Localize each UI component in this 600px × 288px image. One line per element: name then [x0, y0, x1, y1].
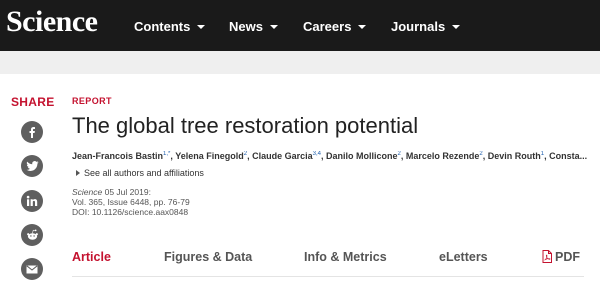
share-heading: SHARE [11, 95, 55, 109]
citation-volume: Vol. 365, Issue 6448, pp. 76-79 [72, 197, 190, 207]
email-icon [26, 264, 38, 273]
author-name[interactable]: Yelena Finegold [175, 151, 244, 161]
header-band [0, 51, 600, 74]
science-logo[interactable]: Science [6, 4, 98, 40]
author-affiliation[interactable]: 2 [479, 151, 482, 157]
nav-journals[interactable]: Journals [391, 17, 461, 35]
citation-date: 05 Jul 2019: [102, 187, 151, 197]
citation-journal: Science [72, 187, 103, 197]
chevron-down-icon [452, 25, 461, 29]
author-affiliation[interactable]: 2 [398, 151, 401, 157]
tab-article[interactable]: Article [72, 250, 111, 264]
linkedin-icon [26, 195, 38, 206]
article-title: The global tree restoration potential [72, 113, 419, 138]
reddit-icon [26, 229, 38, 240]
tab-pdf[interactable]: PDF [542, 250, 580, 264]
tab-info-metrics[interactable]: Info & Metrics [304, 250, 387, 264]
nav-news-label: News [229, 18, 263, 34]
author-name[interactable]: Jean-Francois Bastin [72, 151, 163, 161]
article-tabs: Article Figures & Data Info & Metrics eL… [58, 244, 588, 277]
top-navigation-bar: Science Contents News Careers Journals [0, 0, 600, 51]
nav-contents[interactable]: Contents [134, 17, 206, 35]
see-all-authors-label: See all authors and affiliations [84, 168, 204, 178]
share-email-button[interactable] [21, 258, 43, 280]
tab-eletters[interactable]: eLetters [439, 250, 488, 264]
share-facebook-button[interactable] [21, 121, 43, 143]
nav-careers-label: Careers [303, 18, 352, 34]
author-affiliation[interactable]: 1,* [163, 151, 170, 157]
nav-contents-label: Contents [134, 18, 191, 34]
author-affiliation[interactable]: 3,4 [313, 151, 321, 157]
caret-right-icon [76, 170, 80, 176]
share-linkedin-button[interactable] [21, 190, 43, 212]
author-name[interactable]: Claude Garcia [252, 151, 313, 161]
citation-date-line: Science 05 Jul 2019: [72, 187, 190, 197]
nav-journals-label: Journals [391, 18, 446, 34]
tabs-divider [72, 276, 584, 277]
article-type-label: REPORT [72, 96, 112, 106]
author-name[interactable]: Consta... [549, 151, 587, 161]
author-affiliation[interactable]: 2 [244, 151, 247, 157]
author-list: Jean-Francois Bastin1,*, Yelena Finegold… [72, 151, 587, 161]
author-name[interactable]: Danilo Mollicone [326, 151, 398, 161]
facebook-icon [29, 127, 35, 138]
pdf-icon [542, 250, 552, 263]
tab-pdf-label: PDF [555, 250, 580, 264]
tab-figures-data[interactable]: Figures & Data [164, 250, 252, 264]
chevron-down-icon [197, 25, 206, 29]
chevron-down-icon [358, 25, 367, 29]
twitter-icon [26, 161, 38, 171]
share-twitter-button[interactable] [21, 155, 43, 177]
author-name[interactable]: Marcelo Rezende [406, 151, 480, 161]
citation-doi: DOI: 10.1126/science.aax0848 [72, 207, 189, 217]
nav-careers[interactable]: Careers [303, 17, 367, 35]
citation-block: Science 05 Jul 2019: Vol. 365, Issue 644… [72, 187, 190, 217]
share-reddit-button[interactable] [21, 224, 43, 246]
chevron-down-icon [269, 25, 278, 29]
see-all-authors-link[interactable]: See all authors and affiliations [76, 168, 204, 178]
author-affiliation[interactable]: 1 [541, 151, 544, 157]
author-name[interactable]: Devin Routh [488, 151, 541, 161]
nav-news[interactable]: News [229, 17, 278, 35]
